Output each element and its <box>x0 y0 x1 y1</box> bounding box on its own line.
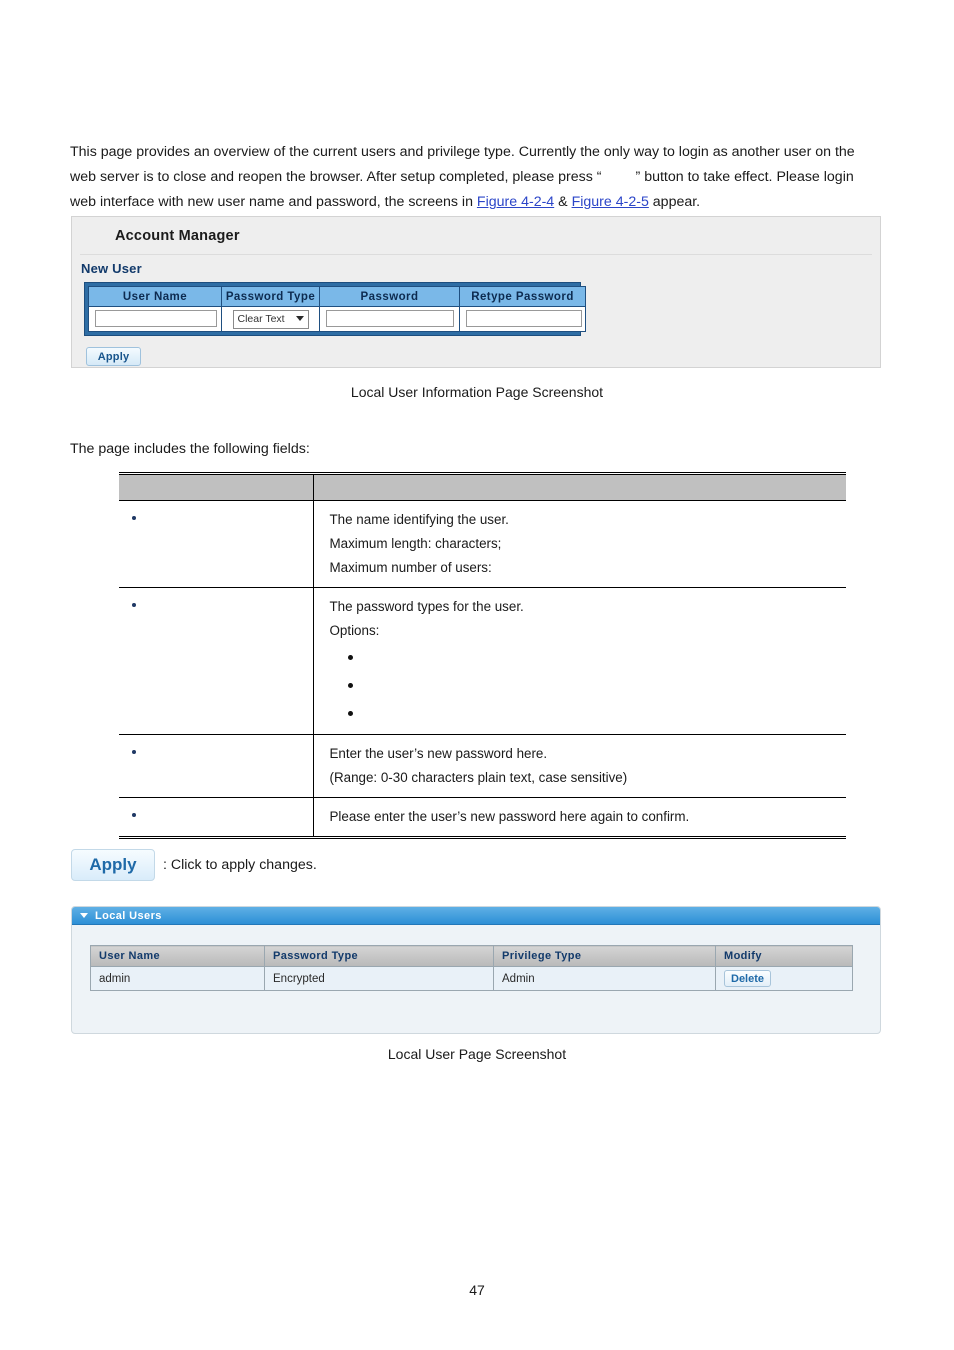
column-header-retype-password: Retype Password <box>459 286 586 307</box>
option-item <box>330 699 839 727</box>
collapse-triangle-icon[interactable] <box>80 913 88 918</box>
figure-link-4-2-4[interactable]: Figure 4-2-4 <box>477 194 554 210</box>
fields-description-table: The name identifying the user. Maximum l… <box>119 472 846 839</box>
intro-ampersand: & <box>554 194 572 211</box>
field-description-cell: Enter the user’s new password here. (Ran… <box>313 734 846 798</box>
user-name-input[interactable] <box>95 310 217 328</box>
field-name-cell <box>119 587 314 735</box>
cell-retype-password <box>459 306 586 332</box>
field-name-bullet <box>129 805 313 822</box>
option-item <box>330 643 839 671</box>
lu-cell-password-type: Encrypted <box>264 966 494 991</box>
chevron-down-icon <box>295 315 304 321</box>
field-description-cell: Please enter the user’s new password her… <box>313 797 846 839</box>
account-manager-panel: Account Manager New User User Name Passw… <box>71 216 881 368</box>
field-name-bullet <box>129 742 313 759</box>
options-list <box>330 643 839 727</box>
intro-paragraph: This page provides an overview of the cu… <box>70 140 878 215</box>
description-line: (Range: 0-30 characters plain text, case… <box>329 770 628 785</box>
field-name-cell <box>119 797 314 839</box>
fields-header-row <box>119 472 846 501</box>
lu-cell-user-name: admin <box>90 966 265 991</box>
figure-link-4-2-5[interactable]: Figure 4-2-5 <box>572 194 649 210</box>
option-item <box>330 671 839 699</box>
apply-button-illustration[interactable]: Apply <box>71 849 155 881</box>
account-manager-title: Account Manager <box>115 228 240 244</box>
description-line: The name identifying the user. <box>329 512 509 527</box>
local-users-panel: Local Users User Name Password Type Priv… <box>71 906 881 1034</box>
column-header-user-name: User Name <box>88 286 222 307</box>
column-header-password-type: Password Type <box>221 286 320 307</box>
lu-column-header-user-name: User Name <box>90 945 265 967</box>
retype-password-input[interactable] <box>466 310 582 328</box>
field-name-cell <box>119 500 314 588</box>
local-users-panel-body: User Name Password Type Privilege Type M… <box>72 925 880 991</box>
new-user-table: User Name Password Type Password Retype … <box>88 286 586 332</box>
table-row: Enter the user’s new password here. (Ran… <box>119 734 846 798</box>
lu-column-header-modify: Modify <box>715 945 853 967</box>
field-description-cell: The name identifying the user. Maximum l… <box>313 500 846 588</box>
local-users-panel-title: Local Users <box>95 909 162 922</box>
description-line: Options: <box>329 623 380 638</box>
fields-lead-text: The page includes the following fields: <box>70 441 310 457</box>
lu-cell-modify: Delete <box>715 966 853 991</box>
description-line: Maximum number of users: <box>329 560 492 575</box>
table-row: admin Encrypted Admin Delete <box>90 966 853 991</box>
page-number: 47 <box>469 1282 485 1298</box>
local-users-table: User Name Password Type Privilege Type M… <box>90 945 853 991</box>
lu-column-header-privilege-type: Privilege Type <box>493 945 716 967</box>
table-row: The name identifying the user. Maximum l… <box>119 500 846 588</box>
description-line: Please enter the user’s new password her… <box>329 809 690 824</box>
field-name-cell <box>119 734 314 798</box>
new-user-table-frame: User Name Password Type Password Retype … <box>84 282 586 336</box>
column-header-password: Password <box>319 286 460 307</box>
intro-text-part3: appear. <box>648 194 701 211</box>
description-line: Enter the user’s new password here. <box>329 746 548 761</box>
field-name-bullet <box>129 595 313 612</box>
lu-column-header-password-type: Password Type <box>264 945 494 967</box>
new-user-input-row: Clear Text <box>88 306 586 332</box>
table-row: The password types for the user. Options… <box>119 587 846 735</box>
cell-password-type: Clear Text <box>221 306 320 332</box>
apply-legend-text: : Click to apply changes. <box>163 857 317 873</box>
document-page: This page provides an overview of the cu… <box>0 0 954 1350</box>
fields-column-header-description <box>313 472 846 501</box>
local-users-panel-header[interactable]: Local Users <box>72 907 880 925</box>
table-row: Please enter the user’s new password her… <box>119 797 846 839</box>
password-input[interactable] <box>326 310 454 328</box>
figure-caption-local-user-page: Local User Page Screenshot <box>387 1046 567 1062</box>
new-user-subtitle: New User <box>81 261 142 276</box>
field-name-bullet <box>129 508 313 525</box>
field-description-cell: The password types for the user. Options… <box>313 587 846 735</box>
apply-legend-row: Apply : Click to apply changes. <box>71 849 317 881</box>
fields-column-header-object <box>119 472 314 501</box>
figure-caption-local-user-information: Local User Information Page Screenshot <box>350 384 604 400</box>
cell-password <box>319 306 460 332</box>
password-type-select[interactable]: Clear Text <box>232 309 309 329</box>
description-line: The password types for the user. <box>329 599 524 614</box>
lu-cell-privilege-type: Admin <box>493 966 716 991</box>
apply-button[interactable]: Apply <box>86 347 141 366</box>
delete-button[interactable]: Delete <box>724 970 772 987</box>
local-users-header-row: User Name Password Type Privilege Type M… <box>90 945 853 967</box>
description-line: Maximum length: characters; <box>329 536 502 551</box>
new-user-header-row: User Name Password Type Password Retype … <box>88 286 586 307</box>
cell-user-name <box>88 306 222 332</box>
